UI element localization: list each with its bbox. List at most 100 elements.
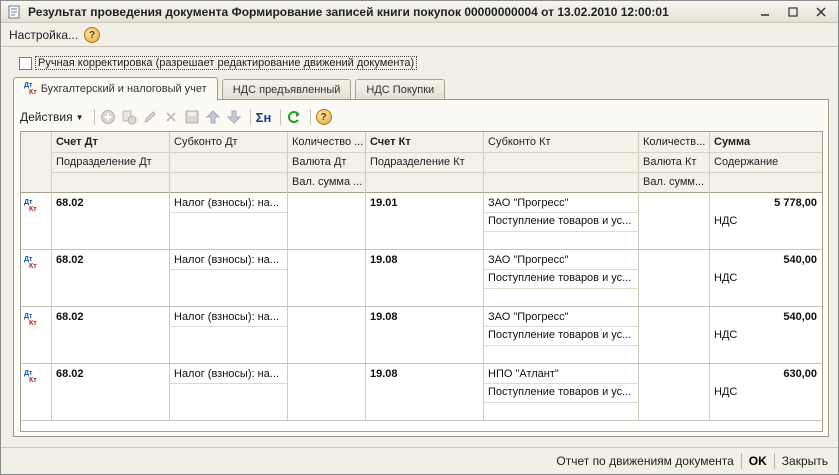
cell-subconto-dt: Налог (взносы): на... [174,197,279,209]
actions-label: Действия [20,110,73,124]
save-icon[interactable] [183,108,201,126]
move-down-icon[interactable] [225,108,243,126]
cell-subconto-kt-2: Поступление товаров и ус... [488,272,632,284]
chevron-down-icon: ▼ [75,112,84,122]
tab-accounting-label: Бухгалтерский и налоговый учет [40,83,207,95]
dt-kt-icon: Дт Кт [24,370,37,384]
cell-content: НДС [714,386,738,398]
cell-account-kt: 19.08 [370,368,398,380]
cell-subconto-dt: Налог (взносы): на... [174,311,279,323]
cell-account-dt: 68.02 [56,197,84,209]
cell-subconto-kt-2: Поступление товаров и ус... [488,215,632,227]
dt-kt-icon: Дт Кт [24,199,37,213]
bottom-divider [740,453,742,469]
cell-account-dt: 68.02 [56,254,84,266]
copy-icon[interactable] [120,108,138,126]
header-subconto-kt[interactable]: Субконто Кт [483,132,638,152]
bottom-divider [773,453,775,469]
header-amount[interactable]: Сумма [709,132,822,152]
tab-bar: Дт Кт Бухгалтерский и налоговый учет НДС … [13,77,449,100]
header-quantity-kt[interactable]: Количеств... [638,132,709,152]
cell-account-kt: 19.01 [370,197,398,209]
grid-header: Счет Дт Субконто Дт Количество ... Счет … [21,132,822,193]
table-row[interactable]: ДтКт 68.02 Налог (взносы): на... 19.08 [21,307,822,364]
header-currency-kt[interactable]: Валюта Кт [638,152,709,172]
toolbar-divider [279,109,281,125]
cell-account-dt: 68.02 [56,368,84,380]
maximize-button[interactable] [780,3,806,20]
cell-amount: 630,00 [783,368,817,380]
header-quantity-dt[interactable]: Количество ... [287,132,365,152]
header-division-kt[interactable]: Подразделение Кт [365,152,483,172]
dt-kt-icon: Дт Кт [24,313,37,327]
document-icon [6,4,22,20]
menu-bar: Настройка... ? [1,23,838,47]
cell-amount: 540,00 [783,254,817,266]
cell-subconto-dt: Налог (взносы): на... [174,368,279,380]
cell-subconto-kt-1: ЗАО "Прогресс" [488,311,569,323]
table-row[interactable]: ДтКт 68.02 Налог (взносы): на... 19.01 [21,193,822,250]
cell-account-dt: 68.02 [56,311,84,323]
tab-vat-presented-label: НДС предъявленный [232,84,341,96]
header-content[interactable]: Содержание [709,152,822,172]
bottom-bar: Отчет по движениям документа OK Закрыть [1,447,838,474]
cell-subconto-dt: Налог (взносы): на... [174,254,279,266]
header-account-dt[interactable]: Счет Дт [51,132,169,152]
tab-vat-presented[interactable]: НДС предъявленный [221,79,352,100]
table-row[interactable]: ДтКт 68.02 Налог (взносы): на... 19.08 [21,250,822,307]
manual-correction-row: Ручная корректировка (разрешает редактир… [19,56,418,70]
tab-vat-purchases-label: НДС Покупки [366,84,435,96]
settings-menu[interactable]: Настройка... [9,28,78,42]
cell-content: НДС [714,215,738,227]
refresh-icon[interactable] [285,108,303,126]
header-currency-amount-dt[interactable]: Вал. сумма ... [287,172,365,192]
header-subconto-dt[interactable]: Субконто Дт [169,132,287,152]
toolbar-divider [249,109,251,125]
toolbar-divider [309,109,311,125]
tab-panel: Действия ▼ Σн ? Счет Дт Субконто Дт Коли… [13,99,829,437]
manual-correction-checkbox[interactable] [19,56,32,70]
add-icon[interactable] [99,108,117,126]
cell-subconto-kt-2: Поступление товаров и ус... [488,329,632,341]
sum-icon[interactable]: Σн [255,108,273,126]
minimize-button[interactable] [752,3,778,20]
header-currency-dt[interactable]: Валюта Дт [287,152,365,172]
cell-account-kt: 19.08 [370,311,398,323]
help-icon[interactable]: ? [84,27,101,43]
manual-correction-label[interactable]: Ручная корректировка (разрешает редактир… [35,56,418,70]
header-currency-amount-kt[interactable]: Вал. сумм... [638,172,709,192]
dt-kt-icon: Дт Кт [24,82,37,96]
menu-divider [1,46,838,47]
cell-content: НДС [714,329,738,341]
cell-amount: 5 778,00 [774,197,817,209]
cell-subconto-kt-1: НПО "Атлант" [488,368,559,380]
cell-subconto-kt-1: ЗАО "Прогресс" [488,197,569,209]
grid-toolbar: Действия ▼ Σн ? [20,106,336,128]
toolbar-divider [93,109,95,125]
edit-icon[interactable] [141,108,159,126]
cell-account-kt: 19.08 [370,254,398,266]
header-account-kt[interactable]: Счет Кт [365,132,483,152]
document-result-window: Результат проведения документа Формирова… [0,0,839,475]
help-icon[interactable]: ? [315,108,333,126]
tab-vat-purchases[interactable]: НДС Покупки [355,79,446,100]
close-form-button[interactable]: Закрыть [782,454,828,468]
delete-icon[interactable] [162,108,180,126]
ok-button[interactable]: OK [749,454,767,468]
actions-menu[interactable]: Действия ▼ [20,110,84,124]
table-row[interactable]: ДтКт 68.02 Налог (взносы): на... 19.08 [21,364,822,421]
window-title: Результат проведения документа Формирова… [28,4,669,19]
cell-subconto-kt-1: ЗАО "Прогресс" [488,254,569,266]
movements-report-button[interactable]: Отчет по движениям документа [556,454,733,468]
header-division-dt[interactable]: Подразделение Дт [51,152,169,172]
dt-kt-icon: Дт Кт [24,256,37,270]
movements-grid[interactable]: Счет Дт Субконто Дт Количество ... Счет … [20,131,823,432]
cell-subconto-kt-2: Поступление товаров и ус... [488,386,632,398]
title-bar: Результат проведения документа Формирова… [1,1,838,23]
cell-content: НДС [714,272,738,284]
window-controls [752,3,834,20]
move-up-icon[interactable] [204,108,222,126]
cell-amount: 540,00 [783,311,817,323]
tab-accounting[interactable]: Дт Кт Бухгалтерский и налоговый учет [13,77,218,100]
close-button[interactable] [808,3,834,20]
